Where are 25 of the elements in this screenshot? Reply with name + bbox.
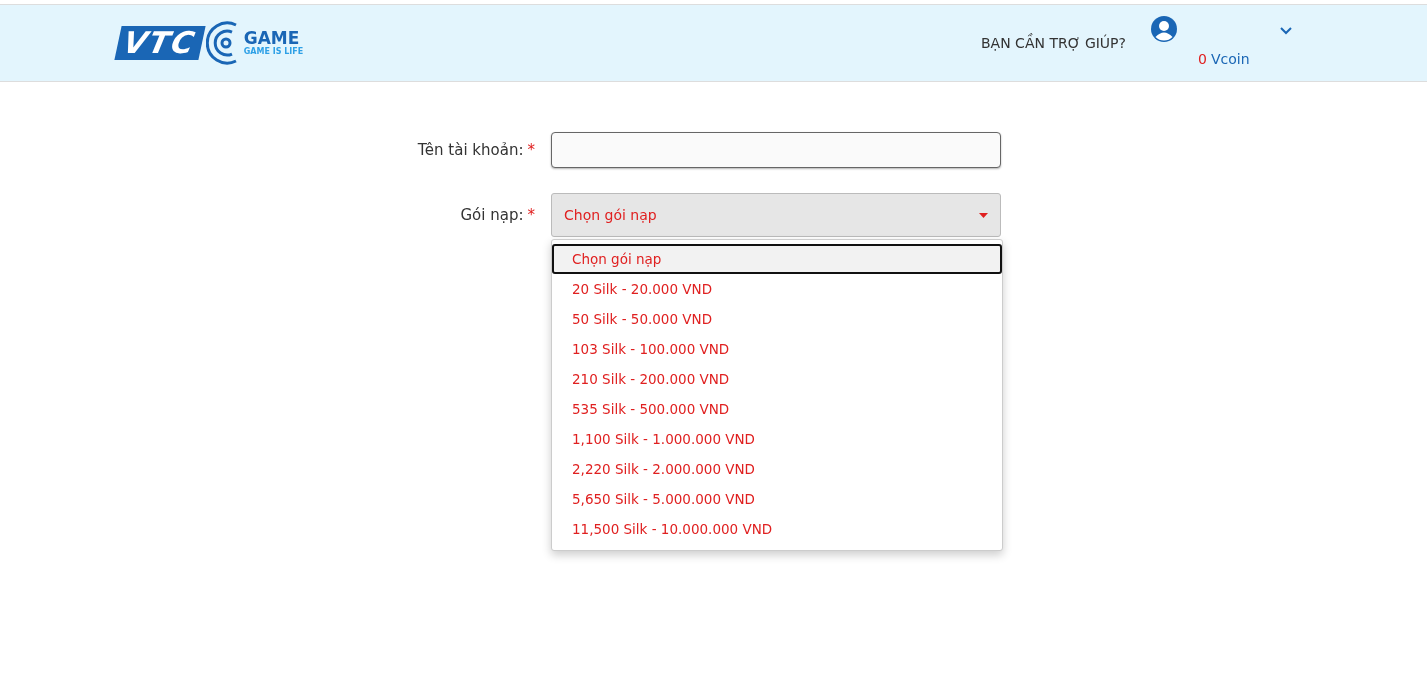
- dropdown-option[interactable]: 210 Silk - 200.000 VND: [552, 364, 1002, 394]
- dropdown-option[interactable]: 50 Silk - 50.000 VND: [552, 304, 1002, 334]
- field-label: Gói nạp:: [460, 205, 524, 224]
- dropdown-option[interactable]: 20 Silk - 20.000 VND: [552, 274, 1002, 304]
- help-link[interactable]: BẠN CẦN TRỢ GIÚP?: [981, 32, 1126, 54]
- account-name-field[interactable]: [551, 132, 1001, 168]
- required-asterisk: *: [527, 205, 535, 224]
- dropdown-option[interactable]: 5,650 Silk - 5.000.000 VND: [552, 484, 1002, 514]
- user-avatar-icon: [1150, 15, 1178, 43]
- balance-unit: Vcoin: [1210, 51, 1250, 67]
- balance-amount: 0: [1198, 51, 1207, 67]
- chevron-down-icon[interactable]: [1280, 27, 1292, 35]
- package-select[interactable]: Chọn gói nạp: [551, 193, 1001, 237]
- dropdown-option[interactable]: 11,500 Silk - 10.000.000 VND: [552, 514, 1002, 544]
- dropdown-option[interactable]: 2,220 Silk - 2.000.000 VND: [552, 454, 1002, 484]
- dropdown-option[interactable]: Chọn gói nạp: [552, 244, 1002, 274]
- field-label: Tên tài khoản:: [417, 140, 524, 159]
- dropdown-option[interactable]: 1,100 Silk - 1.000.000 VND: [552, 424, 1002, 454]
- logo-tagline: GAME IS LIFE: [243, 47, 304, 57]
- required-asterisk: *: [527, 140, 535, 159]
- dropdown-option[interactable]: 535 Silk - 500.000 VND: [552, 394, 1002, 424]
- dropdown-option[interactable]: 103 Silk - 100.000 VND: [552, 334, 1002, 364]
- logo-word: GAME: [243, 29, 300, 47]
- caret-icon: [979, 212, 988, 218]
- logo-mark: VTC: [114, 26, 206, 60]
